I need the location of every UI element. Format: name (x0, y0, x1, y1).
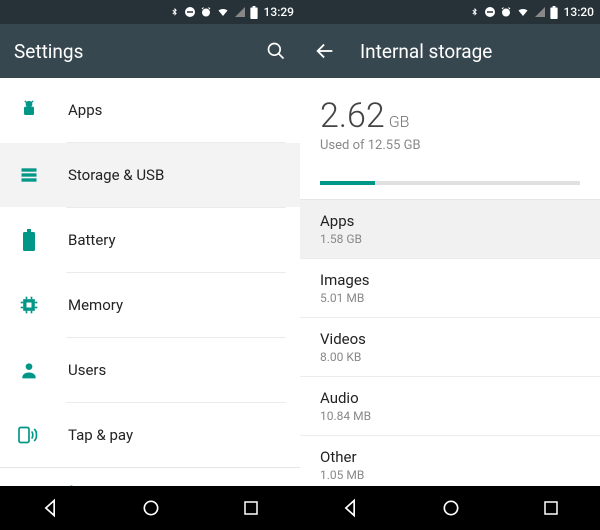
dnd-icon (484, 6, 496, 18)
tap-pay-icon (18, 425, 40, 445)
nav-back-button[interactable] (340, 498, 360, 518)
bluetooth-icon (169, 6, 180, 19)
screen-settings: 13:29 Settings Apps Storage & USB (0, 0, 300, 530)
status-time: 13:29 (264, 5, 294, 19)
settings-item-memory[interactable]: Memory (0, 273, 300, 337)
settings-item-users[interactable]: Users (0, 338, 300, 402)
settings-item-label: Apps (68, 101, 102, 119)
search-button[interactable] (266, 41, 286, 61)
status-bar: 13:29 (0, 0, 300, 24)
category-name: Videos (320, 330, 580, 348)
category-size: 1.58 GB (320, 232, 580, 246)
app-bar: Internal storage (300, 24, 600, 78)
settings-item-label: Battery (68, 231, 116, 249)
status-time: 13:20 (564, 5, 594, 19)
used-value: 2.62 (320, 96, 385, 136)
used-subtitle: Used of 12.55 GB (320, 138, 580, 153)
nav-bar (0, 486, 300, 530)
nav-bar (300, 486, 600, 530)
category-name: Apps (320, 212, 580, 230)
category-size: 1.05 MB (320, 468, 580, 482)
battery-status-icon (550, 6, 558, 19)
category-videos[interactable]: Videos 8.00 KB (300, 318, 600, 377)
screen-internal-storage: 13:20 Internal storage 2.62GB Used of 12… (300, 0, 600, 530)
nav-home-button[interactable] (441, 498, 461, 518)
category-name: Images (320, 271, 580, 289)
alarm-icon (200, 6, 212, 18)
category-size: 10.84 MB (320, 409, 580, 423)
category-apps[interactable]: Apps 1.58 GB (300, 200, 600, 259)
settings-item-label: Users (68, 361, 106, 379)
wifi-icon (516, 6, 530, 18)
bluetooth-icon (469, 6, 480, 19)
category-name: Other (320, 448, 580, 466)
storage-progress (320, 181, 580, 185)
category-other[interactable]: Other 1.05 MB (300, 436, 600, 486)
battery-status-icon (250, 6, 258, 19)
memory-icon (18, 295, 40, 315)
nav-recent-button[interactable] (242, 499, 260, 517)
category-images[interactable]: Images 5.01 MB (300, 259, 600, 318)
settings-item-label: Memory (68, 296, 123, 314)
settings-item-battery[interactable]: Battery (0, 208, 300, 272)
storage-summary: 2.62GB Used of 12.55 GB (300, 78, 600, 167)
page-title: Internal storage (360, 40, 586, 63)
storage-icon (18, 165, 40, 185)
category-audio[interactable]: Audio 10.84 MB (300, 377, 600, 436)
settings-item-label: Tap & pay (68, 426, 133, 444)
status-bar: 13:20 (300, 0, 600, 24)
category-name: Audio (320, 389, 580, 407)
wifi-icon (216, 6, 230, 18)
settings-content: Apps Storage & USB Battery (0, 78, 300, 486)
nav-recent-button[interactable] (542, 499, 560, 517)
app-bar: Settings (0, 24, 300, 78)
dnd-icon (184, 6, 196, 18)
category-size: 8.00 KB (320, 350, 580, 364)
category-size: 5.01 MB (320, 291, 580, 305)
page-title: Settings (14, 40, 242, 63)
settings-item-storage[interactable]: Storage & USB (0, 143, 300, 207)
settings-item-apps[interactable]: Apps (0, 78, 300, 142)
nav-back-button[interactable] (40, 498, 60, 518)
android-icon (18, 100, 40, 120)
alarm-icon (500, 6, 512, 18)
storage-content: 2.62GB Used of 12.55 GB Apps 1.58 GB Ima… (300, 78, 600, 486)
used-unit: GB (389, 112, 410, 131)
category-list: Apps 1.58 GB Images 5.01 MB Videos 8.00 … (300, 200, 600, 486)
settings-item-label: Storage & USB (68, 166, 164, 184)
storage-progress-fill (320, 181, 375, 185)
nav-home-button[interactable] (141, 498, 161, 518)
signal-icon (534, 6, 546, 18)
battery-icon (18, 229, 40, 251)
signal-icon (234, 6, 246, 18)
settings-list: Apps Storage & USB Battery (0, 78, 300, 467)
section-header-personal: Personal (0, 467, 300, 486)
back-button[interactable] (314, 40, 336, 62)
settings-item-tap-pay[interactable]: Tap & pay (0, 403, 300, 467)
users-icon (18, 360, 40, 380)
